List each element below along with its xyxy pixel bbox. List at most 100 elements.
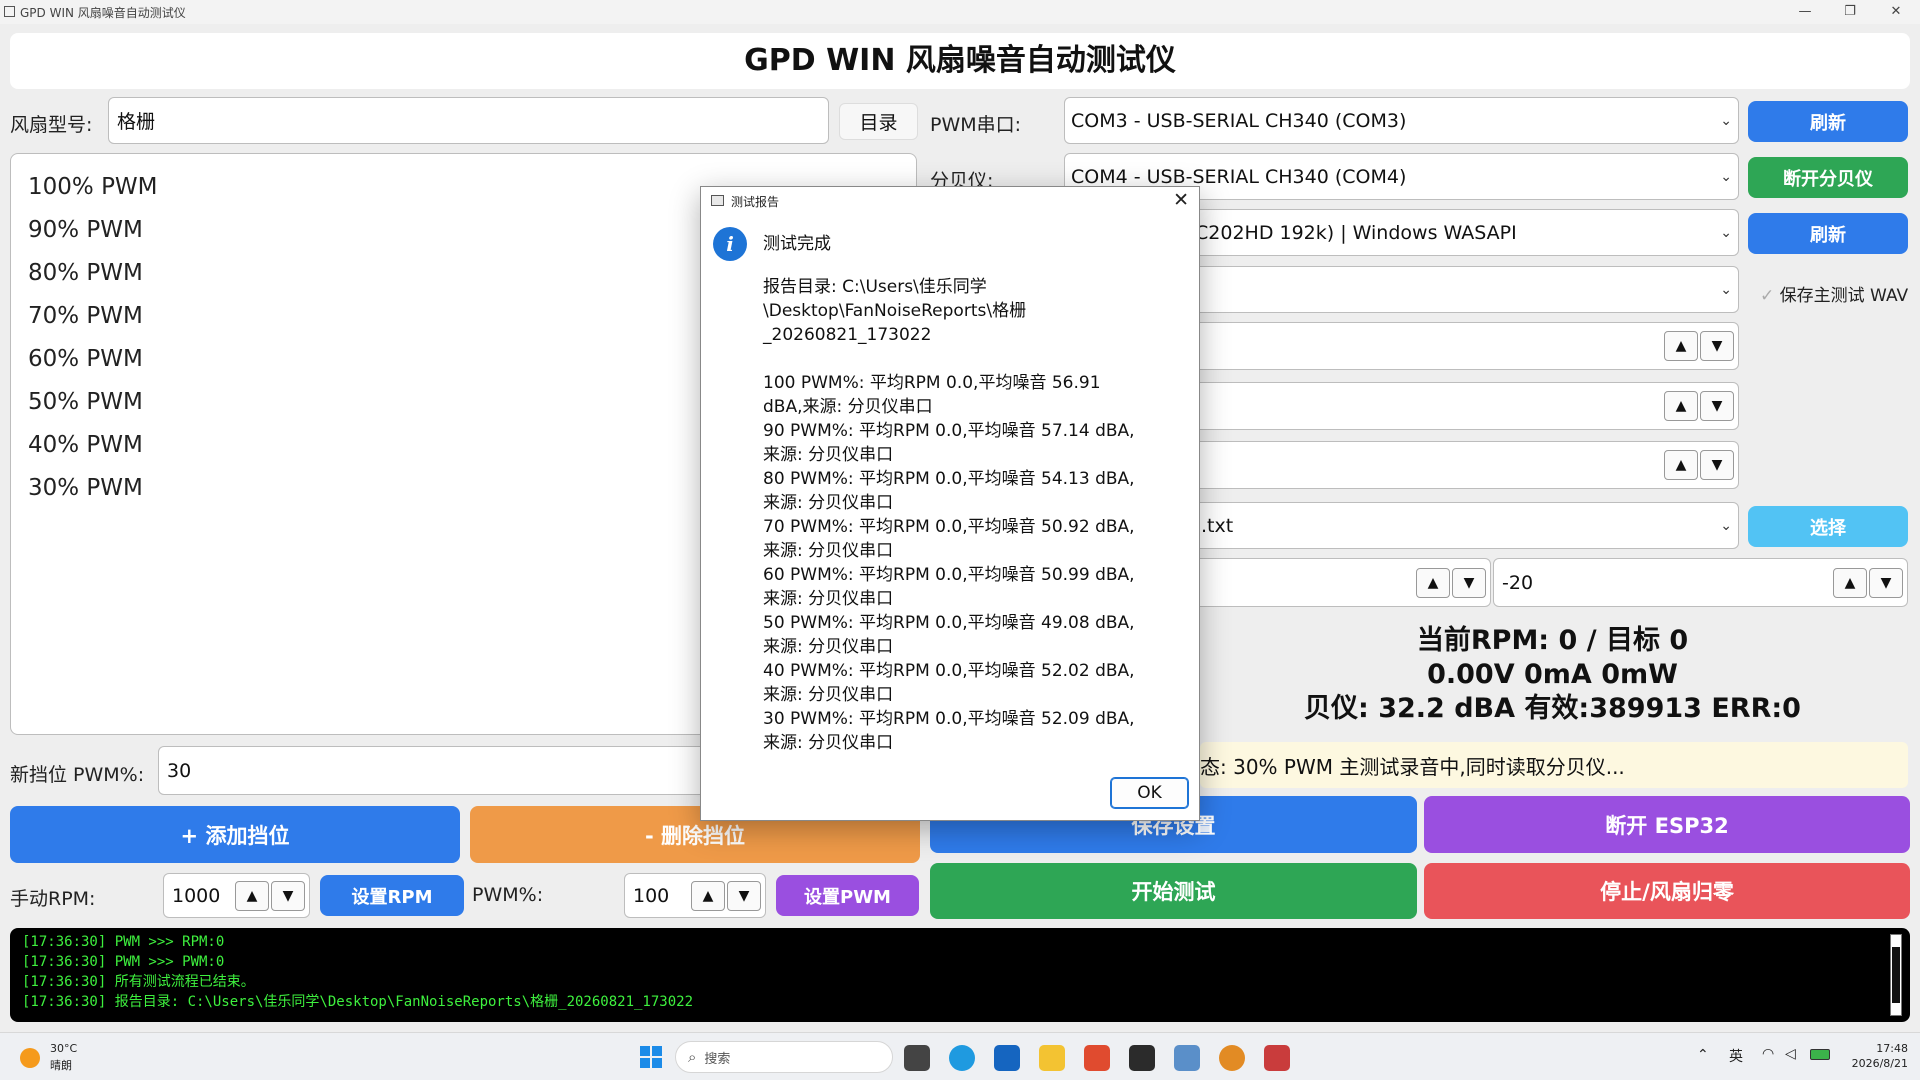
close-icon[interactable]: ✕ bbox=[1876, 2, 1916, 22]
log-line: [17:36:30] PWM >>> PWM:0 bbox=[22, 954, 225, 970]
stop-button[interactable]: 停止/风扇归零 bbox=[1424, 863, 1910, 919]
status-text: 态: 30% PWM 主测试录音中,同时读取分贝仪... bbox=[1200, 754, 1625, 779]
pwm-stepper[interactable]: ▲ ▼ bbox=[691, 880, 761, 911]
param-stepper-1[interactable]: ▲ ▼ bbox=[1664, 331, 1734, 361]
down-arrow-icon[interactable]: ▼ bbox=[1869, 567, 1903, 598]
chevron-down-icon: ⌄ bbox=[1720, 224, 1732, 241]
log-scrollbar[interactable] bbox=[1890, 934, 1902, 1016]
choose-file-button[interactable]: 选择 bbox=[1748, 506, 1908, 547]
disconnect-esp-button[interactable]: 断开 ESP32 bbox=[1424, 796, 1910, 853]
checkbox-icon[interactable]: ✓ bbox=[1760, 286, 1774, 306]
outlook-icon[interactable] bbox=[994, 1045, 1020, 1071]
chevron-up-icon[interactable]: ⌃ bbox=[1697, 1047, 1709, 1063]
pwm-port-label: PWM串口: bbox=[930, 114, 1022, 136]
up-arrow-icon[interactable]: ▲ bbox=[1664, 331, 1698, 361]
fan-model-input[interactable]: 格栅 bbox=[108, 97, 829, 144]
add-gear-button[interactable]: + 添加挡位 bbox=[10, 806, 460, 863]
clock-time[interactable]: 17:48 bbox=[1848, 1042, 1908, 1055]
down-arrow-icon[interactable]: ▼ bbox=[1452, 567, 1486, 598]
up-arrow-icon[interactable]: ▲ bbox=[235, 880, 269, 911]
search-placeholder: 搜索 bbox=[704, 1051, 731, 1067]
param-stepper-2[interactable]: ▲ ▼ bbox=[1664, 391, 1734, 421]
down-arrow-icon[interactable]: ▼ bbox=[271, 880, 305, 911]
log-line: [17:36:30] 报告目录: C:\Users\佳乐同学\Desktop\F… bbox=[22, 994, 694, 1010]
dialog-body: 报告目录: C:\Users\佳乐同学 \Desktop\FanNoiseRep… bbox=[763, 277, 1135, 753]
dialog-title: 测试报告 bbox=[731, 195, 780, 209]
close-icon[interactable]: ✕ bbox=[1173, 189, 1189, 211]
param-stepper-3[interactable]: ▲ ▼ bbox=[1664, 450, 1734, 480]
offset-value: -20 bbox=[1502, 571, 1534, 594]
param-stepper-4[interactable]: ▲ ▼ bbox=[1416, 567, 1486, 598]
search-box[interactable]: ⌕ 搜索 bbox=[675, 1041, 893, 1073]
battery-icon[interactable] bbox=[1810, 1049, 1830, 1060]
new-gear-input[interactable]: 30 bbox=[158, 746, 708, 795]
chevron-down-icon: ⌄ bbox=[1720, 517, 1732, 534]
weather-desc[interactable]: 晴朗 bbox=[50, 1057, 72, 1073]
fan-model-label: 风扇型号: bbox=[10, 114, 93, 136]
down-arrow-icon[interactable]: ▼ bbox=[1700, 391, 1734, 421]
headset-app-icon[interactable] bbox=[1219, 1045, 1245, 1071]
taskbar: 30°C 晴朗 ⌕ 搜索 ⌃ 英 ◠ ◁ 17:48 2026/8/21 bbox=[0, 1032, 1920, 1080]
down-arrow-icon[interactable]: ▼ bbox=[1700, 450, 1734, 480]
manual-rpm-input[interactable]: 1000 ▲ ▼ bbox=[163, 873, 310, 918]
start-test-button[interactable]: 开始测试 bbox=[930, 863, 1417, 919]
pwm-port-select[interactable]: COM3 - USB-SERIAL CH340 (COM3) ⌄ bbox=[1064, 97, 1739, 144]
audio-device-value: C202HD 192k) | Windows WASAPI bbox=[1195, 221, 1517, 244]
readout-panel: 当前RPM: 0 / 目标 0 0.00V 0mA 0mW 贝仪: 32.2 d… bbox=[1200, 616, 1905, 730]
dialog-window-icon bbox=[711, 195, 724, 206]
power-text: 0.00V 0mA 0mW bbox=[1427, 659, 1678, 690]
log-console[interactable]: [17:36:30] PWM >>> RPM:0 [17:36:30] PWM … bbox=[10, 928, 1910, 1022]
dir-button[interactable]: 目录 bbox=[839, 103, 918, 140]
weather-temp[interactable]: 30°C bbox=[50, 1042, 77, 1055]
refresh-port-button[interactable]: 刷新 bbox=[1748, 101, 1908, 142]
report-dialog: 测试报告 ✕ i 测试完成 报告目录: C:\Users\佳乐同学 \Deskt… bbox=[700, 186, 1200, 821]
wps-icon[interactable] bbox=[1084, 1045, 1110, 1071]
up-arrow-icon[interactable]: ▲ bbox=[1416, 567, 1450, 598]
current-rpm-text: 当前RPM: 0 / 目标 0 bbox=[1416, 625, 1689, 656]
manual-rpm-label: 手动RPM: bbox=[10, 888, 96, 910]
search-icon: ⌕ bbox=[688, 1048, 697, 1066]
scrollbar-thumb[interactable] bbox=[1892, 947, 1900, 1003]
file-value: .txt bbox=[1201, 514, 1234, 537]
chevron-down-icon: ⌄ bbox=[1720, 281, 1732, 298]
down-arrow-icon[interactable]: ▼ bbox=[1700, 331, 1734, 361]
python-app-icon[interactable] bbox=[1174, 1045, 1200, 1071]
weather-sun-icon[interactable] bbox=[20, 1048, 40, 1068]
wifi-icon[interactable]: ◠ bbox=[1762, 1046, 1774, 1062]
save-wav-label: 保存主测试 WAV bbox=[1779, 286, 1909, 306]
maximize-icon[interactable]: ❐ bbox=[1830, 2, 1870, 22]
set-rpm-button[interactable]: 设置RPM bbox=[320, 875, 464, 916]
terminal-icon[interactable] bbox=[1129, 1045, 1155, 1071]
offset-stepper[interactable]: ▲ ▼ bbox=[1833, 567, 1903, 598]
edge-icon[interactable] bbox=[949, 1045, 975, 1071]
dialog-title-bar: 测试报告 ✕ bbox=[701, 187, 1199, 212]
offset-input[interactable]: -20 ▲ ▼ bbox=[1493, 558, 1908, 607]
start-icon[interactable] bbox=[640, 1046, 662, 1068]
minimize-icon[interactable]: — bbox=[1785, 2, 1825, 22]
page-title: GPD WIN 风扇噪音自动测试仪 bbox=[10, 33, 1910, 89]
pwm-input[interactable]: 100 ▲ ▼ bbox=[624, 873, 766, 918]
refresh-audio-button[interactable]: 刷新 bbox=[1748, 213, 1908, 254]
log-line: [17:36:30] 所有测试流程已结束。 bbox=[22, 974, 255, 990]
set-pwm-button[interactable]: 设置PWM bbox=[776, 875, 919, 916]
task-view-icon[interactable] bbox=[904, 1045, 930, 1071]
up-arrow-icon[interactable]: ▲ bbox=[1833, 567, 1867, 598]
manual-rpm-value: 1000 bbox=[172, 884, 221, 907]
window-title-bar: GPD WIN 风扇噪音自动测试仪 — ❐ ✕ bbox=[0, 0, 1920, 24]
up-arrow-icon[interactable]: ▲ bbox=[691, 880, 725, 911]
ime-indicator[interactable]: 英 bbox=[1729, 1046, 1743, 1066]
up-arrow-icon[interactable]: ▲ bbox=[1664, 450, 1698, 480]
up-arrow-icon[interactable]: ▲ bbox=[1664, 391, 1698, 421]
tool-app-icon[interactable] bbox=[1264, 1045, 1290, 1071]
app-icon bbox=[4, 6, 15, 17]
clock-date[interactable]: 2026/8/21 bbox=[1838, 1057, 1908, 1070]
ok-button[interactable]: OK bbox=[1110, 777, 1189, 809]
dialog-heading: 测试完成 bbox=[763, 234, 831, 254]
rpm-stepper[interactable]: ▲ ▼ bbox=[235, 880, 305, 911]
pwm-label: PWM%: bbox=[472, 884, 544, 906]
down-arrow-icon[interactable]: ▼ bbox=[727, 880, 761, 911]
disconnect-db-button[interactable]: 断开分贝仪 bbox=[1748, 157, 1908, 198]
volume-icon[interactable]: ◁ bbox=[1785, 1046, 1796, 1062]
file-explorer-icon[interactable] bbox=[1039, 1045, 1065, 1071]
save-wav-checkbox-label[interactable]: ✓ 保存主测试 WAV bbox=[1760, 281, 1908, 306]
